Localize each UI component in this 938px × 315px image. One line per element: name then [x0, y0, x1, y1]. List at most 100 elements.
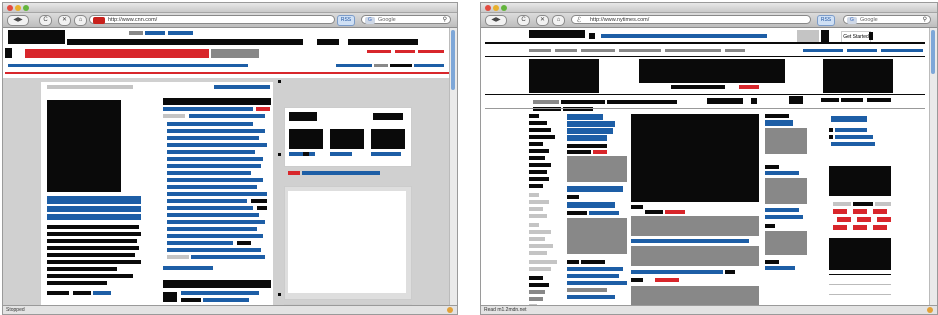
redacted-link[interactable]: [835, 128, 867, 132]
redacted-link[interactable]: [203, 298, 249, 302]
zoom-window-button[interactable]: [23, 5, 29, 11]
redacted-link[interactable]: [181, 291, 259, 295]
redacted-link[interactable]: [765, 215, 803, 219]
redacted-link[interactable]: [330, 152, 352, 156]
redacted-headline[interactable]: [567, 186, 623, 192]
rss-button[interactable]: RSS: [337, 15, 355, 26]
redacted-link[interactable]: [93, 291, 111, 295]
address-bar[interactable]: http://www.cnn.com/: [89, 15, 335, 24]
redacted-link[interactable]: [567, 295, 615, 299]
nav-item[interactable]: [555, 49, 577, 52]
vertical-scrollbar[interactable]: [449, 28, 457, 306]
redacted-link[interactable]: [302, 171, 380, 175]
vertical-scrollbar[interactable]: [929, 28, 937, 306]
redacted-headline[interactable]: [567, 202, 615, 208]
redacted-headline[interactable]: [47, 196, 141, 204]
headline-link[interactable]: [167, 143, 267, 147]
redacted-controls[interactable]: [373, 113, 403, 120]
redacted-link[interactable]: [168, 31, 193, 35]
headline-link[interactable]: [167, 122, 253, 126]
redacted-link[interactable]: [831, 142, 875, 146]
headline-link[interactable]: [167, 220, 265, 224]
stop-button[interactable]: ✕: [58, 15, 71, 26]
redacted-thumb[interactable]: [330, 129, 364, 149]
back-forward-buttons[interactable]: ◀▶: [485, 15, 507, 26]
redacted-link[interactable]: [765, 266, 795, 270]
redacted-link[interactable]: [289, 152, 315, 156]
redacted-link[interactable]: [336, 64, 372, 67]
nav-bar-gray[interactable]: [211, 49, 259, 58]
headline-link[interactable]: [167, 227, 257, 231]
search-icon[interactable]: ⚲: [443, 16, 447, 25]
nav-item[interactable]: [665, 49, 721, 52]
redacted-link[interactable]: [567, 267, 623, 271]
minimize-window-button[interactable]: [15, 5, 21, 11]
redacted-link[interactable]: [803, 49, 843, 52]
redacted-link[interactable]: [589, 211, 619, 215]
redacted-link[interactable]: [765, 208, 799, 212]
redacted-link[interactable]: [374, 64, 388, 67]
redacted-link[interactable]: [367, 50, 391, 53]
stop-button[interactable]: ✕: [536, 15, 549, 26]
redacted-headline[interactable]: [567, 121, 615, 127]
redacted-link[interactable]: [189, 114, 265, 118]
redacted-thumb[interactable]: [289, 129, 323, 149]
headline-link[interactable]: [167, 206, 253, 210]
zoom-window-button[interactable]: [501, 5, 507, 11]
redacted-link[interactable]: [214, 85, 270, 89]
scroll-thumb[interactable]: [931, 30, 935, 74]
redacted-link[interactable]: [765, 171, 799, 175]
nav-item[interactable]: [619, 49, 661, 52]
redacted-headline[interactable]: [765, 120, 793, 126]
redacted-link[interactable]: [847, 49, 877, 52]
redacted-link[interactable]: [163, 107, 253, 111]
rss-button[interactable]: RSS: [817, 15, 835, 26]
nav-item[interactable]: [529, 49, 551, 52]
headline-link[interactable]: [167, 241, 233, 245]
reload-button[interactable]: C: [517, 15, 530, 26]
address-bar[interactable]: ℰ http://www.nytimes.com/: [571, 15, 811, 24]
headline-link[interactable]: [167, 234, 263, 238]
subnav-links[interactable]: [8, 64, 248, 67]
headline-link[interactable]: [191, 255, 265, 259]
headline-link[interactable]: [167, 164, 261, 168]
reload-button[interactable]: C: [39, 15, 52, 26]
headline-link[interactable]: [167, 213, 259, 217]
redacted-link[interactable]: [163, 266, 213, 270]
headline-link[interactable]: [167, 192, 267, 196]
redacted-link[interactable]: [395, 50, 415, 53]
redacted-link[interactable]: [418, 50, 444, 53]
redacted-link[interactable]: [567, 274, 619, 278]
headline-link[interactable]: [167, 150, 255, 154]
nav-item[interactable]: [581, 49, 615, 52]
forward-icon[interactable]: ▶: [18, 17, 23, 23]
headline-link[interactable]: [167, 199, 247, 203]
redacted-headline[interactable]: [47, 214, 141, 220]
redacted-headline[interactable]: [567, 128, 613, 134]
redacted-link[interactable]: [601, 34, 767, 38]
redacted-headline[interactable]: [47, 206, 141, 212]
nav-bar-red[interactable]: [25, 49, 209, 58]
redacted-link[interactable]: [390, 64, 412, 67]
scroll-thumb[interactable]: [451, 30, 455, 90]
redacted-link[interactable]: [835, 135, 873, 139]
back-forward-buttons[interactable]: ◀▶: [7, 15, 29, 26]
home-button[interactable]: ⌂: [74, 15, 87, 26]
headline-link[interactable]: [167, 171, 251, 175]
redacted-headline[interactable]: [567, 114, 603, 120]
search-field[interactable]: G Google ⚲: [361, 15, 451, 24]
redacted-link[interactable]: [631, 239, 749, 243]
headline-link[interactable]: [167, 178, 263, 182]
headline-link[interactable]: [167, 185, 257, 189]
close-window-button[interactable]: [7, 5, 13, 11]
search-field[interactable]: G Google ⚲: [843, 15, 931, 24]
redacted-headline[interactable]: [567, 135, 607, 141]
redacted-headline[interactable]: [831, 116, 867, 122]
close-window-button[interactable]: [485, 5, 491, 11]
headline-link[interactable]: [167, 136, 259, 140]
redacted-link[interactable]: [881, 49, 923, 52]
headline-link[interactable]: [167, 129, 265, 133]
forward-icon[interactable]: ▶: [496, 17, 501, 23]
redacted-thumb[interactable]: [371, 129, 405, 149]
redacted-link[interactable]: [631, 270, 723, 274]
